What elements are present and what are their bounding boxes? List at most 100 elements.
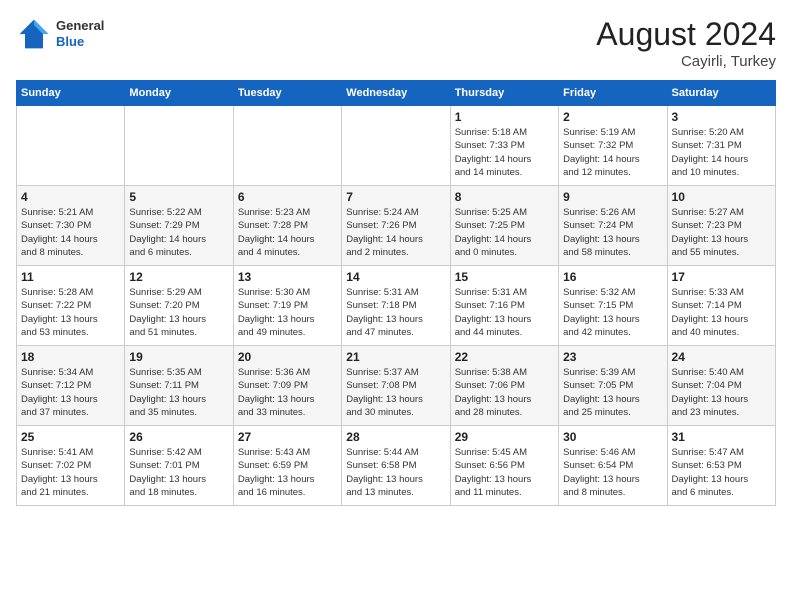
page-header: General Blue August 2024 Cayirli, Turkey [16,16,776,70]
day-info: Sunrise: 5:43 AMSunset: 6:59 PMDaylight:… [238,446,337,499]
calendar-day-cell: 6 Sunrise: 5:23 AMSunset: 7:28 PMDaylight… [233,186,341,266]
calendar-day-cell [342,106,450,186]
day-info: Sunrise: 5:19 AMSunset: 7:32 PMDaylight:… [563,126,662,179]
day-info: Sunrise: 5:40 AMSunset: 7:04 PMDaylight:… [672,366,771,419]
calendar-week-row: 25 Sunrise: 5:41 AMSunset: 7:02 PMDayligh… [17,426,776,506]
day-number: 24 [672,350,771,364]
weekday-header: Thursday [450,81,558,106]
day-number: 18 [21,350,120,364]
weekday-header: Tuesday [233,81,341,106]
day-number: 7 [346,190,445,204]
day-number: 27 [238,430,337,444]
day-info: Sunrise: 5:37 AMSunset: 7:08 PMDaylight:… [346,366,445,419]
day-number: 3 [672,110,771,124]
calendar-day-cell: 12 Sunrise: 5:29 AMSunset: 7:20 PMDayligh… [125,266,233,346]
day-number: 19 [129,350,228,364]
calendar-day-cell: 5 Sunrise: 5:22 AMSunset: 7:29 PMDaylight… [125,186,233,266]
calendar-day-cell: 21 Sunrise: 5:37 AMSunset: 7:08 PMDayligh… [342,346,450,426]
calendar-day-cell: 19 Sunrise: 5:35 AMSunset: 7:11 PMDayligh… [125,346,233,426]
day-number: 12 [129,270,228,284]
calendar-day-cell: 24 Sunrise: 5:40 AMSunset: 7:04 PMDayligh… [667,346,775,426]
day-number: 8 [455,190,554,204]
day-number: 6 [238,190,337,204]
calendar-day-cell: 4Sunrise: 5:21 AMSunset: 7:30 PMDaylight… [17,186,125,266]
day-number: 25 [21,430,120,444]
calendar-day-cell: 20 Sunrise: 5:36 AMSunset: 7:09 PMDayligh… [233,346,341,426]
calendar-day-cell: 29 Sunrise: 5:45 AMSunset: 6:56 PMDayligh… [450,426,558,506]
day-info: Sunrise: 5:35 AMSunset: 7:11 PMDaylight:… [129,366,228,419]
day-number: 4 [21,190,120,204]
day-info: Sunrise: 5:32 AMSunset: 7:15 PMDaylight:… [563,286,662,339]
calendar-day-cell: 23Sunrise: 5:39 AMSunset: 7:05 PMDayligh… [559,346,667,426]
weekday-header-row: SundayMondayTuesdayWednesdayThursdayFrid… [17,81,776,106]
calendar-day-cell: 31Sunrise: 5:47 AMSunset: 6:53 PMDayligh… [667,426,775,506]
calendar-day-cell: 3 Sunrise: 5:20 AMSunset: 7:31 PMDaylight… [667,106,775,186]
day-number: 22 [455,350,554,364]
logo-blue: Blue [56,34,104,50]
day-info: Sunrise: 5:27 AMSunset: 7:23 PMDaylight:… [672,206,771,259]
day-info: Sunrise: 5:33 AMSunset: 7:14 PMDaylight:… [672,286,771,339]
calendar-table: SundayMondayTuesdayWednesdayThursdayFrid… [16,80,776,506]
day-number: 17 [672,270,771,284]
calendar-day-cell: 11 Sunrise: 5:28 AMSunset: 7:22 PMDayligh… [17,266,125,346]
logo-icon [16,16,52,52]
calendar-day-cell: 28Sunrise: 5:44 AMSunset: 6:58 PMDayligh… [342,426,450,506]
calendar-day-cell: 18 Sunrise: 5:34 AMSunset: 7:12 PMDayligh… [17,346,125,426]
calendar-day-cell: 10Sunrise: 5:27 AMSunset: 7:23 PMDayligh… [667,186,775,266]
day-number: 15 [455,270,554,284]
day-number: 2 [563,110,662,124]
calendar-day-cell: 8 Sunrise: 5:25 AMSunset: 7:25 PMDaylight… [450,186,558,266]
calendar-day-cell: 22 Sunrise: 5:38 AMSunset: 7:06 PMDayligh… [450,346,558,426]
calendar-day-cell: 1Sunrise: 5:18 AMSunset: 7:33 PMDaylight… [450,106,558,186]
day-info: Sunrise: 5:34 AMSunset: 7:12 PMDaylight:… [21,366,120,419]
day-info: Sunrise: 5:36 AMSunset: 7:09 PMDaylight:… [238,366,337,419]
calendar-day-cell: 16 Sunrise: 5:32 AMSunset: 7:15 PMDayligh… [559,266,667,346]
day-number: 30 [563,430,662,444]
calendar-week-row: 1Sunrise: 5:18 AMSunset: 7:33 PMDaylight… [17,106,776,186]
calendar-day-cell: 17 Sunrise: 5:33 AMSunset: 7:14 PMDayligh… [667,266,775,346]
day-info: Sunrise: 5:42 AMSunset: 7:01 PMDaylight:… [129,446,228,499]
day-info: Sunrise: 5:41 AMSunset: 7:02 PMDaylight:… [21,446,120,499]
day-number: 9 [563,190,662,204]
month-title: August 2024 [596,16,776,53]
calendar-day-cell: 26 Sunrise: 5:42 AMSunset: 7:01 PMDayligh… [125,426,233,506]
logo-general: General [56,18,104,34]
day-info: Sunrise: 5:26 AMSunset: 7:24 PMDaylight:… [563,206,662,259]
day-info: Sunrise: 5:45 AMSunset: 6:56 PMDaylight:… [455,446,554,499]
calendar-day-cell: 14Sunrise: 5:31 AMSunset: 7:18 PMDayligh… [342,266,450,346]
day-number: 14 [346,270,445,284]
calendar-day-cell: 15 Sunrise: 5:31 AMSunset: 7:16 PMDayligh… [450,266,558,346]
weekday-header: Monday [125,81,233,106]
day-number: 16 [563,270,662,284]
day-info: Sunrise: 5:31 AMSunset: 7:16 PMDaylight:… [455,286,554,339]
day-number: 5 [129,190,228,204]
calendar-day-cell [233,106,341,186]
calendar-week-row: 11 Sunrise: 5:28 AMSunset: 7:22 PMDayligh… [17,266,776,346]
weekday-header: Wednesday [342,81,450,106]
day-number: 13 [238,270,337,284]
day-info: Sunrise: 5:46 AMSunset: 6:54 PMDaylight:… [563,446,662,499]
day-info: Sunrise: 5:24 AMSunset: 7:26 PMDaylight:… [346,206,445,259]
day-info: Sunrise: 5:25 AMSunset: 7:25 PMDaylight:… [455,206,554,259]
day-info: Sunrise: 5:30 AMSunset: 7:19 PMDaylight:… [238,286,337,339]
weekday-header: Friday [559,81,667,106]
day-number: 26 [129,430,228,444]
day-info: Sunrise: 5:28 AMSunset: 7:22 PMDaylight:… [21,286,120,339]
day-info: Sunrise: 5:20 AMSunset: 7:31 PMDaylight:… [672,126,771,179]
calendar-day-cell: 13 Sunrise: 5:30 AMSunset: 7:19 PMDayligh… [233,266,341,346]
calendar-day-cell: 30 Sunrise: 5:46 AMSunset: 6:54 PMDayligh… [559,426,667,506]
day-number: 31 [672,430,771,444]
day-number: 20 [238,350,337,364]
day-number: 29 [455,430,554,444]
day-info: Sunrise: 5:29 AMSunset: 7:20 PMDaylight:… [129,286,228,339]
day-info: Sunrise: 5:44 AMSunset: 6:58 PMDaylight:… [346,446,445,499]
day-info: Sunrise: 5:23 AMSunset: 7:28 PMDaylight:… [238,206,337,259]
day-info: Sunrise: 5:22 AMSunset: 7:29 PMDaylight:… [129,206,228,259]
day-number: 21 [346,350,445,364]
day-info: Sunrise: 5:38 AMSunset: 7:06 PMDaylight:… [455,366,554,419]
weekday-header: Saturday [667,81,775,106]
calendar-week-row: 4Sunrise: 5:21 AMSunset: 7:30 PMDaylight… [17,186,776,266]
day-number: 11 [21,270,120,284]
calendar-day-cell [125,106,233,186]
weekday-header: Sunday [17,81,125,106]
